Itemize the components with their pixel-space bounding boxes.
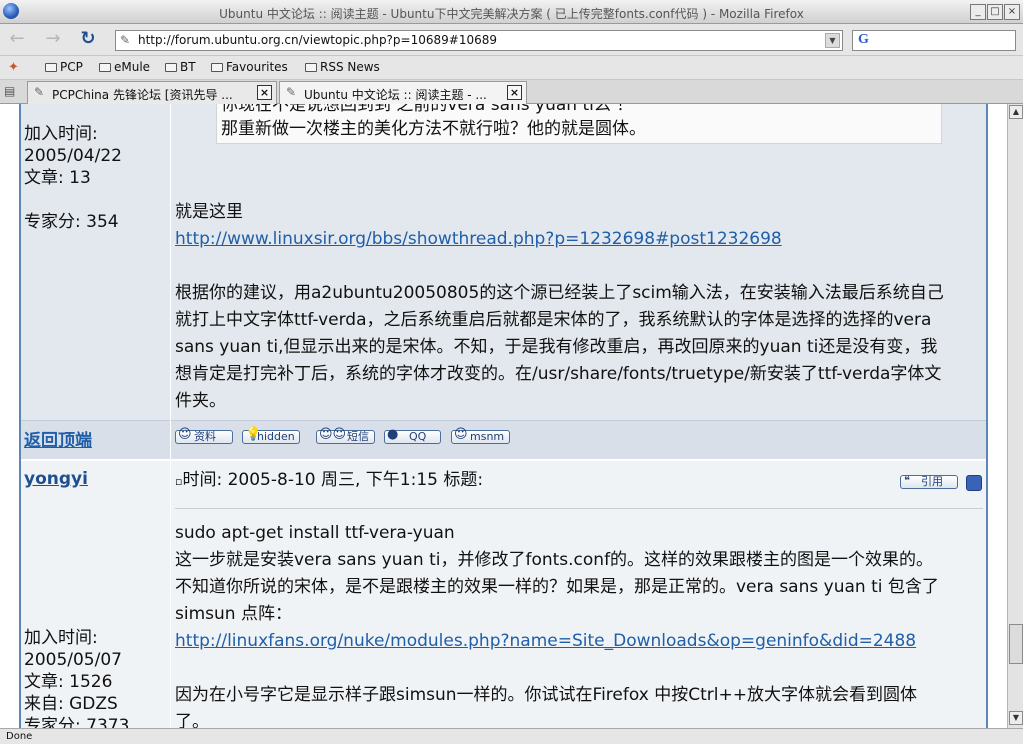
post-header: ▫时间: 2005-8-10 周三, 下午1:15 标题: (175, 470, 484, 490)
reload-button[interactable]: ↻ (75, 28, 101, 52)
post-text: 就是这里 (175, 202, 243, 222)
window-titlebar: Ubuntu 中文论坛 :: 阅读主题 - Ubuntu下中文完美解决方案 ( … (0, 0, 1023, 24)
page-icon: ✎ (286, 85, 297, 99)
post-text-line: 不知道你所说的宋体，是不是跟楼主的效果一样的？如果是，那是正常的。vera sa… (175, 577, 939, 597)
tab-pcpchina[interactable]: ✎ PCPChina 先锋论坛 [资讯先导 ... × (27, 81, 277, 104)
lightbulb-icon: 💡 (245, 427, 262, 442)
post-paragraph-line: sans yuan ti,但显示出来的是宋体。不知，于是我有修改重启，再改回原来… (175, 337, 938, 357)
folder-icon (99, 63, 111, 72)
forward-button[interactable]: → (40, 28, 66, 52)
bookmark-rss-news[interactable]: RSS News (305, 60, 380, 74)
post-paragraph-line: 想肯定是打完补丁后，系统的字体才改变的。在/usr/share/fonts/tr… (175, 364, 942, 384)
profile-button[interactable]: ☺ 资料 (175, 427, 233, 444)
pm-button[interactable]: ☺☺ 短信 (316, 427, 375, 444)
post-count: 文章: 13 (24, 168, 91, 188)
window-title: Ubuntu 中文论坛 :: 阅读主题 - Ubuntu下中文完美解决方案 ( … (219, 7, 804, 21)
post-text-line: 了。 (175, 712, 209, 728)
bookmark-pcp[interactable]: PCP (45, 60, 83, 74)
penguin-icon: ● (387, 427, 399, 442)
qq-button[interactable]: ● QQ (384, 427, 441, 444)
expert-score: 专家分: 354 (24, 212, 119, 232)
post-paragraph-line: 就打上中文字体ttf-verda，之后系统重启后就都是宋体的了，我系统默认的字体… (175, 310, 932, 330)
post-text-line: 这一步就是安装vera sans yuan ti，并修改了fonts.conf的… (175, 550, 934, 570)
scroll-up-arrow-icon[interactable]: ▲ (1009, 105, 1023, 119)
post-link[interactable]: http://linuxfans.org/nuke/modules.php?na… (175, 628, 916, 655)
user-icon: ☺ (178, 427, 192, 442)
bookmarks-toolbar: ✦ PCP eMule BT Favourites RSS News (0, 56, 1023, 80)
folder-icon (45, 63, 57, 72)
post-text-line: simsun 点阵： (175, 604, 292, 624)
folder-icon (305, 63, 317, 72)
joined-label: 加入时间: (24, 124, 98, 144)
joined-date: 2005/05/07 (24, 650, 122, 670)
google-search-icon[interactable]: G (858, 32, 869, 48)
quote-button[interactable]: ❝ 引用 (900, 475, 958, 489)
scroll-up-icon[interactable] (966, 475, 982, 491)
post-paragraph-line: 根据你的建议，用a2ubuntu20050805的这个源已经装上了scim输入法… (175, 283, 944, 303)
tab-ubuntu-forum[interactable]: ✎ Ubuntu 中文论坛 :: 阅读主题 - ... × (279, 81, 527, 104)
bookmark-bt[interactable]: BT (165, 60, 196, 74)
status-text: Done (6, 731, 33, 742)
post-count: 文章: 1526 (24, 672, 113, 692)
post-command: sudo apt-get install ttf-vera-yuan (175, 523, 455, 543)
quote-block: 你现在不是说想回到到 之前的vera sans yuan ti么 ！ 那重新做一… (216, 104, 942, 144)
vertical-scrollbar[interactable]: ▲ ▼ (1007, 104, 1023, 728)
bookmark-emule[interactable]: eMule (99, 60, 150, 74)
user-location: 来自: GDZS (24, 694, 118, 714)
page-icon: ✎ (34, 85, 45, 99)
back-to-top-link[interactable]: 返回顶端 (24, 426, 92, 451)
expert-score: 专家分: 7373 (24, 716, 130, 728)
users-icon: ☺☺ (319, 427, 347, 442)
search-input[interactable]: G (852, 30, 1016, 51)
post-link[interactable]: http://www.linuxsir.org/bbs/showthread.p… (175, 226, 782, 253)
msn-icon: ☺ (454, 427, 468, 442)
folder-icon (211, 63, 223, 72)
scrollbar-thumb[interactable] (1009, 624, 1023, 664)
tab-strip: ▤ ✎ PCPChina 先锋论坛 [资讯先导 ... × ✎ Ubuntu 中… (0, 80, 1023, 104)
navigation-toolbar: ← → ↻ ✎ http://forum.ubuntu.org.cn/viewt… (0, 24, 1023, 56)
minimize-button[interactable]: _ (970, 4, 986, 20)
msn-button[interactable]: ☺ msnm (451, 427, 510, 444)
page-icon: ✎ (120, 33, 131, 47)
scroll-down-arrow-icon[interactable]: ▼ (1009, 711, 1023, 725)
url-dropdown-icon[interactable]: ▼ (825, 33, 840, 48)
post-text-line: 因为在小号字它是显示样子跟simsun一样的。你试试在Firefox 中按Ctr… (175, 685, 917, 705)
maximize-button[interactable]: □ (987, 4, 1003, 20)
joined-label: 加入时间: (24, 628, 98, 648)
bookmark-manager-icon[interactable]: ✦ (8, 60, 19, 75)
tab-list-icon[interactable]: ▤ (4, 84, 20, 100)
back-button[interactable]: ← (4, 28, 30, 52)
close-tab-button[interactable]: × (507, 85, 522, 100)
post-author-name[interactable]: yongyi (24, 469, 88, 489)
quote-icon: ❝ (904, 474, 910, 487)
close-tab-button[interactable]: × (257, 85, 272, 100)
folder-icon (165, 63, 177, 72)
url-text[interactable]: http://forum.ubuntu.org.cn/viewtopic.php… (138, 33, 497, 47)
status-bar: Done (0, 728, 1023, 744)
close-window-button[interactable]: × (1004, 4, 1020, 20)
post-paragraph-line: 件夹。 (175, 391, 226, 411)
bookmark-favourites[interactable]: Favourites (211, 60, 288, 74)
joined-date: 2005/04/22 (24, 146, 122, 166)
page-content: 你现在不是说想回到到 之前的vera sans yuan ti么 ！ 那重新做一… (0, 104, 1007, 728)
hidden-button[interactable]: 💡 hidden (242, 427, 300, 444)
url-bar[interactable]: ✎ http://forum.ubuntu.org.cn/viewtopic.p… (115, 30, 843, 51)
